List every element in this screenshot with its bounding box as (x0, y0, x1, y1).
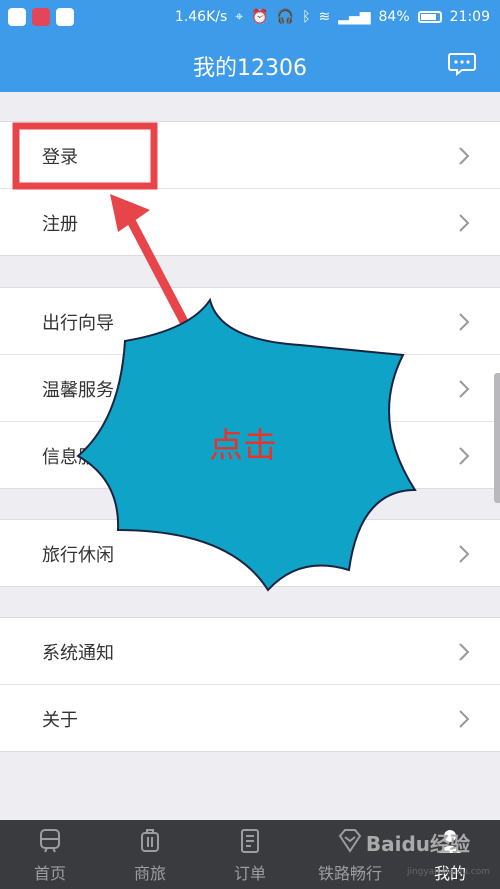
tab-business[interactable]: 商旅 (100, 820, 200, 889)
highlight-box (12, 122, 158, 190)
tab-label: 订单 (233, 864, 266, 883)
order-list-icon (241, 829, 259, 853)
tab-label: 商旅 (133, 864, 166, 883)
tab-label: 铁路畅行 (317, 864, 382, 883)
diamond-icon (338, 829, 362, 853)
baidu-watermark-logo: Baidu经验 (365, 832, 470, 856)
callout-text: 点击 (209, 426, 277, 466)
tab-label: 首页 (33, 864, 66, 883)
tab-home[interactable]: 首页 (0, 820, 100, 889)
watermark-site: jingyan.baidu.com (406, 867, 490, 877)
train-icon (40, 829, 60, 853)
luggage-icon (141, 829, 159, 852)
tab-orders[interactable]: 订单 (200, 820, 300, 889)
